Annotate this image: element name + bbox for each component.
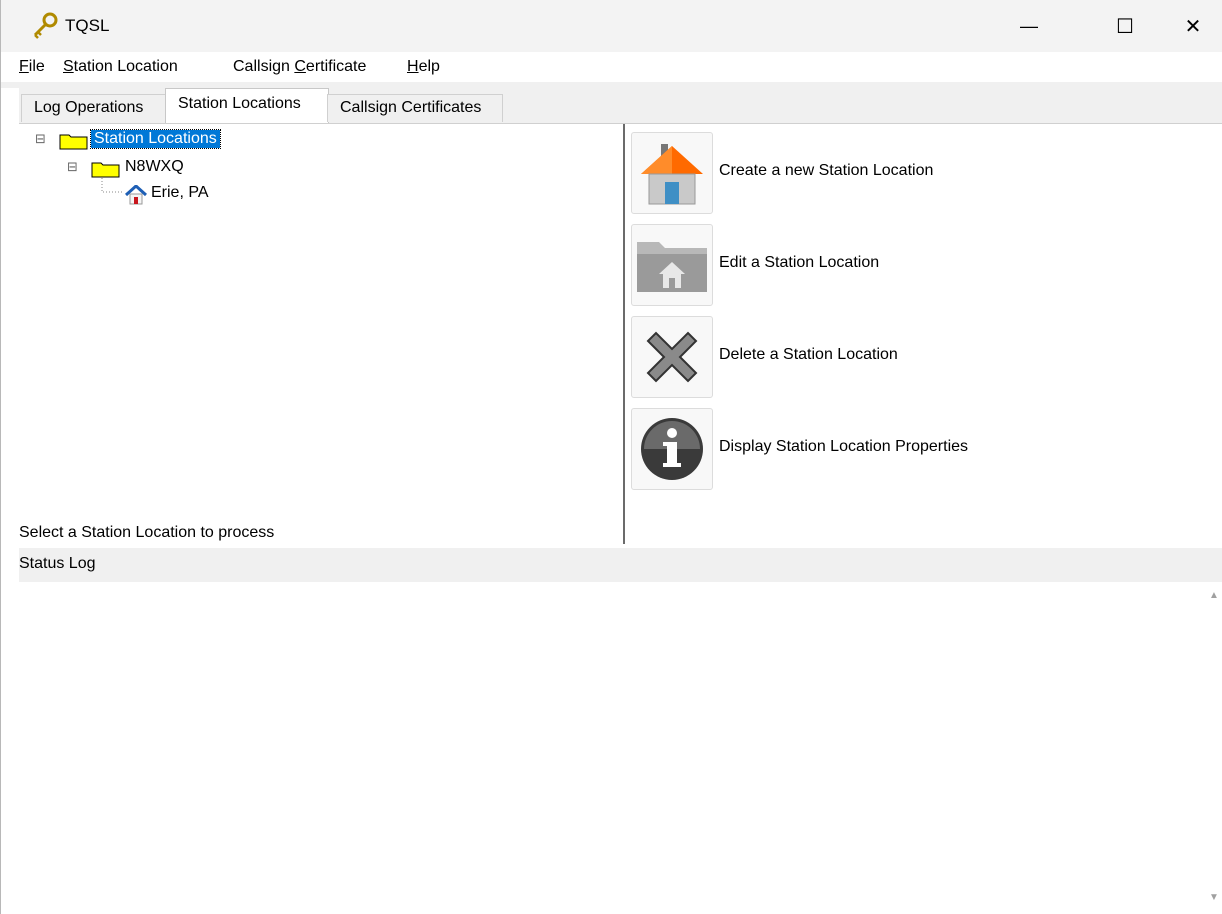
display-properties-label[interactable]: Display Station Location Properties <box>719 438 968 456</box>
close-button[interactable]: ✕ <box>1165 0 1221 52</box>
collapse-icon[interactable]: ⊟ <box>35 131 46 147</box>
folder-icon <box>59 134 88 150</box>
station-locations-panel: ⊟ Station Locations ⊟ N8WXQ Erie, PA Sel… <box>19 123 1222 548</box>
action-edit-location[interactable]: Edit a Station Location <box>631 224 1191 308</box>
edit-location-label[interactable]: Edit a Station Location <box>719 254 879 272</box>
station-tree[interactable]: ⊟ Station Locations ⊟ N8WXQ Erie, PA Sel… <box>19 124 623 548</box>
tree-connector-icon <box>101 178 123 193</box>
close-icon: ✕ <box>1184 15 1202 38</box>
menu-station-location[interactable]: Station Location <box>63 58 178 76</box>
key-icon <box>33 12 58 39</box>
process-prompt: Select a Station Location to process <box>19 524 275 541</box>
panel-splitter[interactable] <box>623 124 625 544</box>
tree-label-callsign[interactable]: N8WXQ <box>125 158 184 176</box>
folder-icon <box>91 162 120 178</box>
title-bar: TQSL — ☐ ✕ <box>1 0 1222 52</box>
tree-label-location[interactable]: Erie, PA <box>151 184 209 202</box>
tree-node-root[interactable]: ⊟ Station Locations <box>35 129 295 152</box>
scroll-up-arrow-icon[interactable]: ▲ <box>1207 590 1221 604</box>
house-icon <box>641 144 703 205</box>
collapse-icon[interactable]: ⊟ <box>67 159 78 175</box>
window-title: TQSL <box>65 16 110 35</box>
folder-house-icon <box>637 242 707 292</box>
tqsl-window: TQSL — ☐ ✕ File Station Location Callsig… <box>0 0 1222 914</box>
tab-strip: Log Operations Station Locations Callsig… <box>1 88 1222 124</box>
create-location-button[interactable] <box>631 132 713 214</box>
menu-bar: File Station Location Callsign Certifica… <box>1 52 1222 82</box>
minimize-button[interactable]: — <box>1001 0 1057 52</box>
maximize-icon: ☐ <box>1116 15 1134 38</box>
status-log-textarea[interactable]: ▲ ▼ <box>19 582 1222 914</box>
edit-location-button[interactable] <box>631 224 713 306</box>
minimize-icon: — <box>1020 15 1038 36</box>
create-location-label[interactable]: Create a new Station Location <box>719 162 933 180</box>
status-log-title: Status Log <box>19 555 96 572</box>
tree-node-callsign[interactable]: ⊟ N8WXQ <box>67 158 267 180</box>
maximize-button[interactable]: ☐ <box>1097 0 1153 52</box>
tab-log-operations[interactable]: Log Operations <box>21 94 167 122</box>
tree-node-location[interactable]: Erie, PA <box>99 178 299 206</box>
scroll-down-arrow-icon[interactable]: ▼ <box>1207 892 1221 906</box>
menu-callsign-certificate[interactable]: Callsign Certificate <box>233 58 366 76</box>
info-icon <box>641 418 703 480</box>
menu-file[interactable]: File <box>19 58 45 76</box>
tab-station-locations[interactable]: Station Locations <box>165 88 329 124</box>
tab-callsign-certificates[interactable]: Callsign Certificates <box>327 94 503 122</box>
display-properties-button[interactable] <box>631 408 713 490</box>
delete-location-label[interactable]: Delete a Station Location <box>719 346 898 364</box>
status-log-header: Status Log <box>19 548 1222 582</box>
x-icon <box>646 331 698 383</box>
house-icon <box>125 185 147 205</box>
delete-location-button[interactable] <box>631 316 713 398</box>
action-delete-location[interactable]: Delete a Station Location <box>631 316 1191 400</box>
menu-help[interactable]: Help <box>407 58 440 76</box>
action-create-location[interactable]: Create a new Station Location <box>631 132 1191 216</box>
window-left-margin <box>1 88 19 914</box>
action-display-properties[interactable]: Display Station Location Properties <box>631 408 1191 492</box>
tree-label-station-locations[interactable]: Station Locations <box>90 129 221 149</box>
